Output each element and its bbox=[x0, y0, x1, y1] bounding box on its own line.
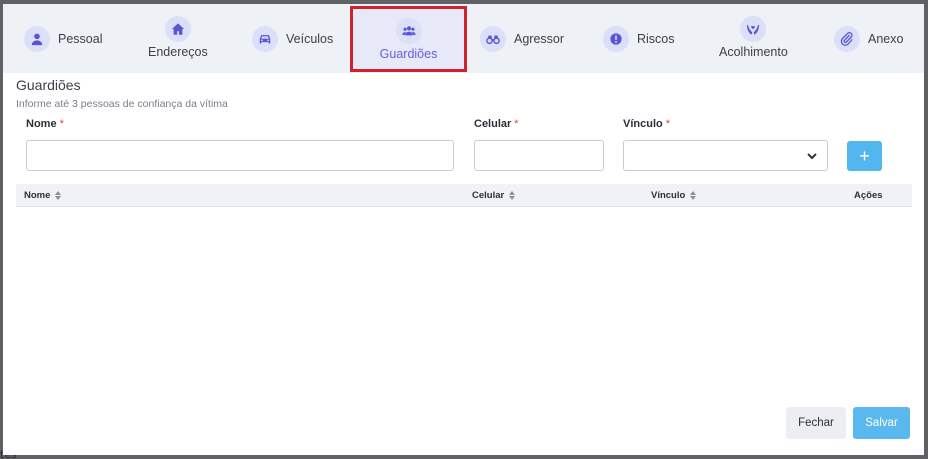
save-button[interactable]: Salvar bbox=[853, 407, 910, 439]
required-mark: * bbox=[59, 118, 64, 130]
section-title: Guardiões bbox=[16, 77, 81, 93]
celular-input[interactable] bbox=[474, 140, 604, 171]
required-mark: * bbox=[665, 118, 671, 130]
column-label: Celular bbox=[472, 190, 505, 201]
tab-label: Veículos bbox=[286, 32, 334, 46]
nome-label-text: Nome bbox=[26, 118, 57, 130]
celular-label-text: Celular bbox=[474, 118, 512, 130]
tab-acolhimento[interactable]: Acolhimento bbox=[719, 16, 788, 59]
table-header: Nome Celular Vínculo Ações bbox=[16, 184, 912, 207]
celular-label: Celular * bbox=[474, 118, 519, 130]
home-icon bbox=[164, 16, 191, 42]
close-button[interactable]: Fechar bbox=[786, 407, 846, 439]
tab-label: Guardiões bbox=[379, 46, 438, 61]
tab-enderecos[interactable]: Endereços bbox=[148, 16, 208, 59]
tab-label: Anexo bbox=[868, 32, 904, 46]
tab-agressor[interactable]: Agressor bbox=[480, 26, 564, 52]
sort-icon bbox=[509, 191, 516, 200]
tab-label: Agressor bbox=[514, 32, 565, 46]
column-label: Vínculo bbox=[651, 190, 686, 201]
column-label: Ações bbox=[854, 190, 883, 201]
alert-icon bbox=[603, 26, 629, 52]
tab-label: Pessoal bbox=[58, 32, 103, 46]
column-header-nome[interactable]: Nome bbox=[24, 190, 62, 201]
add-guardian-button[interactable]: + bbox=[847, 141, 882, 171]
hands-icon bbox=[740, 16, 767, 42]
tab-label: Riscos bbox=[637, 32, 675, 46]
column-header-acoes: Ações bbox=[854, 190, 883, 201]
nome-label: Nome * bbox=[26, 118, 64, 130]
tab-label: Endereços bbox=[148, 45, 208, 59]
vinculo-select[interactable] bbox=[623, 140, 828, 171]
nome-input[interactable] bbox=[26, 140, 454, 171]
binoculars-icon bbox=[480, 26, 506, 52]
section-subtitle: Informe até 3 pessoas de confiança da ví… bbox=[16, 98, 228, 110]
user-icon bbox=[24, 26, 50, 52]
users-icon bbox=[395, 17, 422, 44]
sort-icon bbox=[690, 191, 697, 200]
tab-guardioes[interactable]: Guardiões bbox=[350, 6, 467, 72]
guardians-modal: Pessoal Endereços Veículos Guardiões Agr… bbox=[3, 4, 924, 455]
column-header-vinculo[interactable]: Vínculo bbox=[651, 190, 697, 201]
vinculo-label-text: Vínculo bbox=[623, 118, 663, 130]
tab-pessoal[interactable]: Pessoal bbox=[24, 26, 102, 52]
sort-icon bbox=[55, 191, 62, 200]
vinculo-label: Vínculo * bbox=[623, 118, 670, 130]
tab-veiculos[interactable]: Veículos bbox=[252, 26, 333, 52]
column-label: Nome bbox=[24, 190, 51, 201]
tab-anexo[interactable]: Anexo bbox=[834, 26, 903, 52]
tab-label: Acolhimento bbox=[719, 45, 788, 59]
tab-riscos[interactable]: Riscos bbox=[603, 26, 675, 52]
tab-bar: Pessoal Endereços Veículos Guardiões Agr… bbox=[3, 4, 924, 73]
required-mark: * bbox=[514, 118, 519, 130]
paperclip-icon bbox=[834, 26, 860, 52]
chevron-down-icon bbox=[807, 152, 817, 159]
column-header-celular[interactable]: Celular bbox=[472, 190, 516, 201]
car-icon bbox=[252, 26, 278, 52]
